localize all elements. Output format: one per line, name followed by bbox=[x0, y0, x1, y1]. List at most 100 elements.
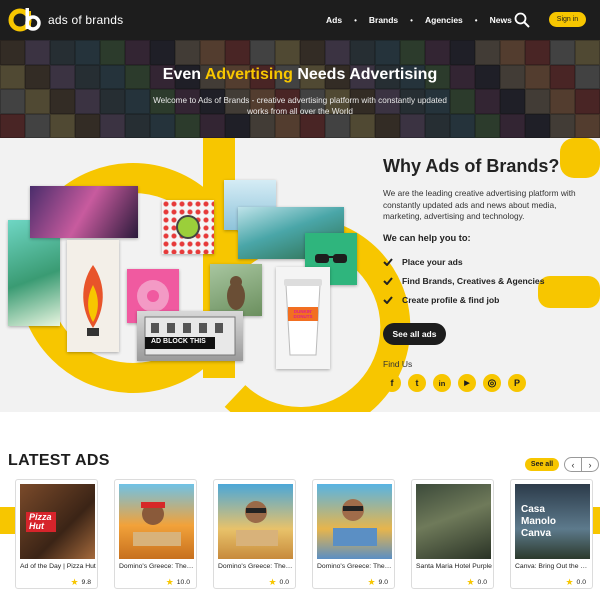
ad-card-rating: ★ 9.8 bbox=[70, 577, 91, 588]
ad-thumbnail bbox=[416, 484, 491, 559]
check-icon bbox=[383, 277, 393, 285]
ad-card-title: Santa Maria Hotel Purple bbox=[416, 563, 492, 570]
dunkin-text: DUNKIN' DONUTS bbox=[293, 309, 313, 319]
benefit-item: Place your ads bbox=[383, 257, 463, 267]
why-description: We are the leading creative advertising … bbox=[383, 188, 576, 221]
ad-thumbnail-otter[interactable] bbox=[210, 264, 262, 316]
see-all-button[interactable]: See all bbox=[525, 458, 559, 471]
hero-overlay bbox=[0, 40, 600, 138]
ad-thumbnail bbox=[317, 484, 392, 559]
star-icon: ★ bbox=[165, 577, 174, 587]
benefit-item: Create profile & find job bbox=[383, 295, 499, 305]
ad-thumbnail: Casa Manolo Canva bbox=[515, 484, 590, 559]
pinterest-icon[interactable]: P bbox=[508, 374, 526, 392]
see-all-ads-button[interactable]: See all ads bbox=[383, 323, 446, 345]
top-header: ads of brands Ads • Brands • Agencies • … bbox=[0, 0, 600, 40]
person-icon bbox=[333, 499, 377, 546]
ad-card-rating: ★ 0.0 bbox=[268, 577, 289, 588]
rating-value: 9.8 bbox=[81, 579, 91, 586]
nav-separator: • bbox=[354, 15, 357, 25]
youtube-icon[interactable]: ▶ bbox=[458, 374, 476, 392]
star-icon: ★ bbox=[268, 577, 277, 587]
ad-card-title: Domino's Greece: The Pizza bbox=[317, 563, 393, 570]
star-icon: ★ bbox=[367, 577, 376, 587]
benefit-label: Find Brands, Creatives & Agencies bbox=[402, 276, 545, 286]
nav-brands[interactable]: Brands bbox=[369, 15, 398, 25]
ad-card-title: Ad of the Day | Pizza Hut bbox=[20, 563, 96, 570]
hero-subtitle: Welcome to Ads of Brands - creative adve… bbox=[153, 96, 447, 116]
ad-thumbnail bbox=[119, 484, 194, 559]
benefit-label: Create profile & find job bbox=[402, 295, 500, 305]
hero-title: Even Advertising Needs Advertising bbox=[0, 66, 600, 84]
ad-thumbnail-coffee-cup[interactable]: DUNKIN' DONUTS bbox=[276, 267, 330, 369]
rating-value: 0.0 bbox=[477, 579, 487, 586]
ad-card-title: Canva: Bring Out the Best bbox=[515, 563, 591, 570]
ad-card[interactable]: Santa Maria Hotel Purple ★ 0.0 bbox=[411, 479, 494, 589]
nav-ads[interactable]: Ads bbox=[326, 15, 342, 25]
ab-logo-icon bbox=[8, 8, 41, 32]
sign-in-button[interactable]: Sign in bbox=[549, 12, 586, 27]
person-icon bbox=[133, 502, 181, 546]
ad-card[interactable]: Pizza Hut Ad of the Day | Pizza Hut ★ 9.8 bbox=[15, 479, 98, 589]
building-icon bbox=[144, 316, 236, 356]
ad-card-rating: ★ 0.0 bbox=[565, 577, 586, 588]
star-icon: ★ bbox=[565, 577, 574, 587]
facebook-icon[interactable]: f bbox=[383, 374, 401, 392]
ad-card[interactable]: Domino's Greece: The Pizza ★9.0 bbox=[312, 479, 395, 589]
nav-separator: • bbox=[474, 15, 478, 25]
latest-ads-title: LATEST ADS bbox=[8, 452, 110, 469]
animal-icon bbox=[227, 276, 245, 310]
hero-title-part: Needs Advertising bbox=[292, 66, 438, 83]
watch-icon bbox=[176, 215, 200, 239]
nav-news[interactable]: News bbox=[490, 15, 512, 25]
ad-thumbnail-building[interactable]: AD BLOCK THIS bbox=[137, 311, 243, 361]
page: ads of brands Ads • Brands • Agencies • … bbox=[0, 0, 600, 600]
check-icon bbox=[383, 296, 393, 304]
hero-title-part: Even bbox=[162, 66, 205, 83]
ad-thumbnail bbox=[218, 484, 293, 559]
twitter-icon[interactable]: t bbox=[408, 374, 426, 392]
ad-card-rating: ★ 0.0 bbox=[466, 577, 487, 588]
chevron-right-icon[interactable]: › bbox=[581, 457, 599, 472]
chevron-left-icon[interactable]: ‹ bbox=[564, 457, 582, 472]
flame-icon bbox=[83, 265, 103, 336]
ad-block-text: AD BLOCK THIS bbox=[151, 338, 206, 345]
ad-card[interactable]: Casa Manolo Canva Canva: Bring Out the B… bbox=[510, 479, 593, 589]
find-us-label: Find Us bbox=[383, 359, 413, 369]
brand-logo[interactable]: ads of brands bbox=[8, 6, 123, 34]
rating-value: 0.0 bbox=[279, 579, 289, 586]
carousel-accent-left bbox=[0, 507, 15, 534]
help-heading: We can help you to: bbox=[383, 233, 471, 243]
nav-separator: • bbox=[410, 15, 413, 25]
rating-value: 9.0 bbox=[378, 579, 388, 586]
why-title: Why Ads of Brands? bbox=[383, 156, 560, 176]
instagram-icon[interactable]: ◎ bbox=[483, 374, 501, 392]
ad-card-title: Domino's Greece: The Pizza bbox=[218, 563, 294, 570]
ad-card-rating: ★ 9.0 bbox=[367, 577, 388, 588]
ad-thumbnail: Pizza Hut bbox=[20, 484, 95, 559]
benefit-item: Find Brands, Creatives & Agencies bbox=[383, 276, 544, 286]
why-section: AD BLOCK THIS DUNKIN' DONUTS Why Ads of … bbox=[0, 138, 600, 412]
brand-name: ads of brands bbox=[48, 13, 124, 27]
ad-thumbnail-fire-poster[interactable] bbox=[67, 240, 119, 352]
search-icon[interactable] bbox=[514, 12, 530, 28]
ad-card[interactable]: Domino's Greece: The Pizza ★10.0 bbox=[114, 479, 197, 589]
check-icon bbox=[383, 258, 393, 266]
ad-card-rating: ★ 10.0 bbox=[166, 577, 190, 588]
star-icon: ★ bbox=[70, 577, 79, 587]
main-nav: Ads • Brands • Agencies • News bbox=[326, 0, 524, 40]
hero-banner: Even Advertising Needs Advertising Welco… bbox=[0, 40, 600, 138]
benefit-label: Place your ads bbox=[402, 257, 463, 267]
hero-title-highlight: Advertising bbox=[204, 66, 293, 83]
thumb-label: Pizza Hut bbox=[26, 512, 56, 532]
nav-agencies[interactable]: Agencies bbox=[425, 15, 463, 25]
ad-thumbnail-dots[interactable] bbox=[162, 200, 214, 254]
rating-value: 0.0 bbox=[576, 579, 586, 586]
ad-card[interactable]: Domino's Greece: The Pizza ★0.0 bbox=[213, 479, 296, 589]
rating-value: 10.0 bbox=[176, 579, 190, 586]
ad-card-title: Domino's Greece: The Pizza bbox=[119, 563, 195, 570]
linkedin-icon[interactable]: in bbox=[433, 374, 451, 392]
person-icon bbox=[236, 501, 278, 546]
thumb-label: Casa Manolo Canva bbox=[521, 504, 556, 539]
ad-thumbnail-pink-room[interactable] bbox=[30, 186, 138, 238]
